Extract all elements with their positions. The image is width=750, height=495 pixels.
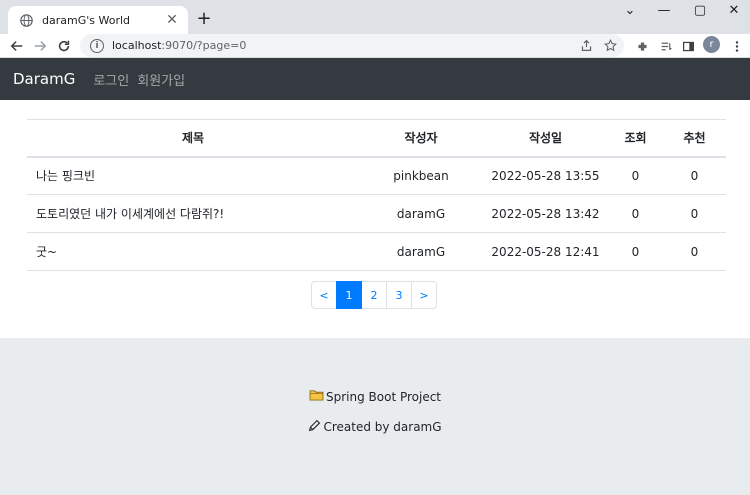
footer-credit-text: Created by daramG: [323, 420, 442, 434]
header-likes: 추천: [663, 119, 726, 158]
post-likes: 0: [663, 232, 726, 271]
browser-tab[interactable]: daramG's World ✕: [8, 6, 188, 34]
pagination: < 1 2 3 >: [311, 281, 437, 309]
brand-logo[interactable]: DaramG: [13, 70, 75, 88]
footer-project-text: Spring Boot Project: [325, 389, 442, 404]
site-info-icon[interactable]: i: [90, 38, 104, 53]
extensions-icon[interactable]: [632, 36, 652, 56]
minimize-icon[interactable]: —: [646, 0, 682, 20]
post-likes: 0: [663, 194, 726, 233]
back-icon[interactable]: [7, 36, 27, 56]
header-views: 조회: [608, 119, 663, 158]
new-tab-button[interactable]: +: [194, 8, 214, 29]
close-icon[interactable]: ✕: [164, 12, 180, 28]
share-icon[interactable]: [578, 37, 594, 53]
table-row: 도토리였던 내가 이세계에선 다람쥐?! daramG 2022-05-28 1…: [27, 194, 726, 233]
board-table: 제목 작성자 작성일 조회 추천 나는 핑크빈 pinkbean 2022-05…: [27, 119, 726, 271]
page-next-button[interactable]: >: [411, 281, 437, 309]
footer-credit-line: Created by daramG: [0, 419, 750, 435]
post-date: 2022-05-28 13:55: [483, 156, 608, 195]
maximize-icon[interactable]: ▢: [682, 0, 718, 20]
page-button-2[interactable]: 2: [361, 281, 387, 309]
table-row: 나는 핑크빈 pinkbean 2022-05-28 13:55 0 0: [27, 156, 726, 195]
browser-toolbar: i localhost:9070/?page=0: [0, 34, 750, 58]
pencil-icon: [308, 419, 323, 435]
header-title: 제목: [27, 119, 359, 158]
menu-kebab-icon[interactable]: [727, 36, 747, 56]
post-title-link[interactable]: 도토리였던 내가 이세계에선 다람쥐?!: [27, 194, 359, 233]
profile-avatar[interactable]: r: [703, 36, 720, 53]
post-likes: 0: [663, 156, 726, 195]
window-close-icon[interactable]: ✕: [716, 0, 750, 20]
page-button-3[interactable]: 3: [386, 281, 412, 309]
post-views: 0: [608, 194, 663, 233]
post-views: 0: [608, 156, 663, 195]
post-author: daramG: [359, 194, 483, 233]
forward-icon[interactable]: [30, 36, 50, 56]
post-author: daramG: [359, 232, 483, 271]
board-table-container: 제목 작성자 작성일 조회 추천 나는 핑크빈 pinkbean 2022-05…: [27, 119, 726, 271]
globe-icon: [18, 12, 34, 28]
page-button-1[interactable]: 1: [336, 281, 362, 309]
page-prev-button[interactable]: <: [311, 281, 337, 309]
nav-signup-link[interactable]: 회원가입: [137, 70, 185, 89]
site-navbar: DaramG 로그인 회원가입: [0, 58, 750, 100]
table-header-row: 제목 작성자 작성일 조회 추천: [27, 119, 726, 158]
folder-icon: [309, 389, 326, 404]
post-title-link[interactable]: 굿~: [27, 232, 359, 271]
tab-title: daramG's World: [42, 13, 130, 27]
reading-list-icon[interactable]: [656, 36, 676, 56]
reload-icon[interactable]: [54, 36, 74, 56]
header-author: 작성자: [359, 119, 483, 158]
post-date: 2022-05-28 13:42: [483, 194, 608, 233]
post-title-link[interactable]: 나는 핑크빈: [27, 156, 359, 195]
post-author: pinkbean: [359, 156, 483, 195]
table-row: 굿~ daramG 2022-05-28 12:41 0 0: [27, 232, 726, 271]
site-footer: Spring Boot Project Created by daramG: [0, 338, 750, 495]
post-views: 0: [608, 232, 663, 271]
url-text: localhost:9070/?page=0: [112, 39, 247, 52]
tab-search-icon[interactable]: ⌄: [612, 0, 648, 20]
browser-tabstrip: daramG's World ✕ + ⌄ — ▢ ✕: [0, 0, 750, 34]
post-date: 2022-05-28 12:41: [483, 232, 608, 271]
address-bar[interactable]: i localhost:9070/?page=0: [80, 34, 624, 57]
header-date: 작성일: [483, 119, 608, 158]
nav-login-link[interactable]: 로그인: [93, 70, 129, 89]
bookmark-star-icon[interactable]: [602, 37, 618, 53]
footer-project-line: Spring Boot Project: [0, 389, 750, 404]
side-panel-icon[interactable]: [678, 36, 698, 56]
